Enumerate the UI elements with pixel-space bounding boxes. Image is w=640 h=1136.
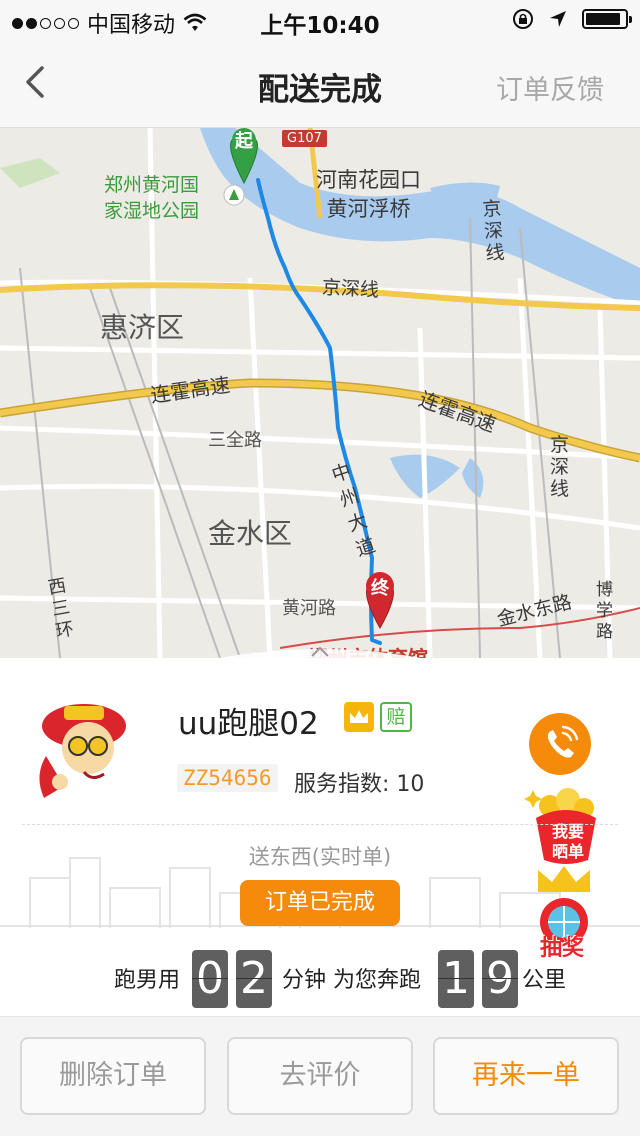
rider-rating: 服务指数: 10 — [294, 766, 424, 798]
map-label-huanghe: 黄河路 — [282, 598, 336, 619]
review-button[interactable]: 去评价 — [227, 1037, 413, 1115]
map-label-sanquan: 三全路 — [208, 430, 262, 451]
map-label-jingshen-right: 京深线 — [550, 434, 570, 500]
map-label-park: 郑州黄河国 家湿地公园 — [104, 174, 200, 222]
battery-icon — [582, 9, 632, 29]
rotation-lock-icon — [513, 9, 533, 29]
delivery-stats: 跑男用 0 2 分钟 为您奔跑 1 9 公里 — [0, 944, 640, 1014]
call-rider-button[interactable] — [529, 713, 591, 775]
map-label-jingshen: 京深线 — [321, 276, 380, 302]
rider-name: uu跑腿02 — [178, 706, 319, 742]
svg-text:起: 起 — [234, 130, 254, 152]
phone-icon — [547, 725, 579, 758]
order-type: 送东西(实时单) — [248, 845, 392, 869]
dashed-divider — [22, 824, 618, 825]
map-label-jingshen-vertical: 京深线 — [481, 197, 506, 265]
svg-text:终: 终 — [371, 577, 390, 599]
stat-prefix: 跑男用 — [114, 968, 181, 993]
reorder-button[interactable]: 再来一单 — [433, 1037, 619, 1115]
map-label-huiji: 惠济区 — [100, 311, 185, 344]
insured-badge: 赔 — [380, 702, 412, 732]
expand-panel-handle[interactable] — [190, 634, 450, 658]
rider-avatar — [39, 704, 126, 798]
share-line1: 我要 — [551, 822, 584, 841]
minutes-digit: 0 — [192, 950, 228, 1008]
km-digit: 1 — [438, 950, 474, 1008]
map-label-bridge: 河南花园口 黄河浮桥 — [316, 168, 421, 221]
delete-order-button[interactable]: 删除订单 — [20, 1037, 206, 1115]
location-arrow-icon — [550, 11, 566, 27]
order-card: uu跑腿02 赔 ZZ54656 服务指数: 10 我要 晒单 抽奖 送东西(实… — [0, 658, 640, 1016]
km-digit: 9 — [482, 950, 518, 1008]
order-feedback-link[interactable]: 订单反馈 — [496, 68, 604, 107]
delivery-route — [256, 178, 382, 645]
map-label-jinshui: 金水区 — [208, 517, 293, 550]
minutes-digit: 2 — [236, 950, 272, 1008]
rating-value: 10 — [396, 772, 425, 797]
crown-badge-icon — [344, 702, 374, 732]
stat-suffix: 公里 — [522, 968, 567, 993]
nav-bar: 配送完成 订单反馈 — [0, 40, 640, 128]
rider-id: ZZ54656 — [177, 764, 278, 792]
map-label-g107: G107 — [282, 130, 327, 147]
action-bar: 删除订单 去评价 再来一单 — [0, 1016, 640, 1136]
stat-middle: 分钟 为您奔跑 — [282, 968, 421, 993]
route-map[interactable]: 起 终 郑州黄河国 家湿地公园 G107 河南花园口 黄河浮桥 京深线 京深线 … — [0, 128, 640, 658]
order-status-badge: 订单已完成 — [240, 880, 400, 926]
status-bar: 中国移动 上午10:40 — [0, 0, 640, 40]
map-label-boxue: 博学路 — [596, 580, 613, 642]
rating-label: 服务指数: — [294, 772, 390, 797]
